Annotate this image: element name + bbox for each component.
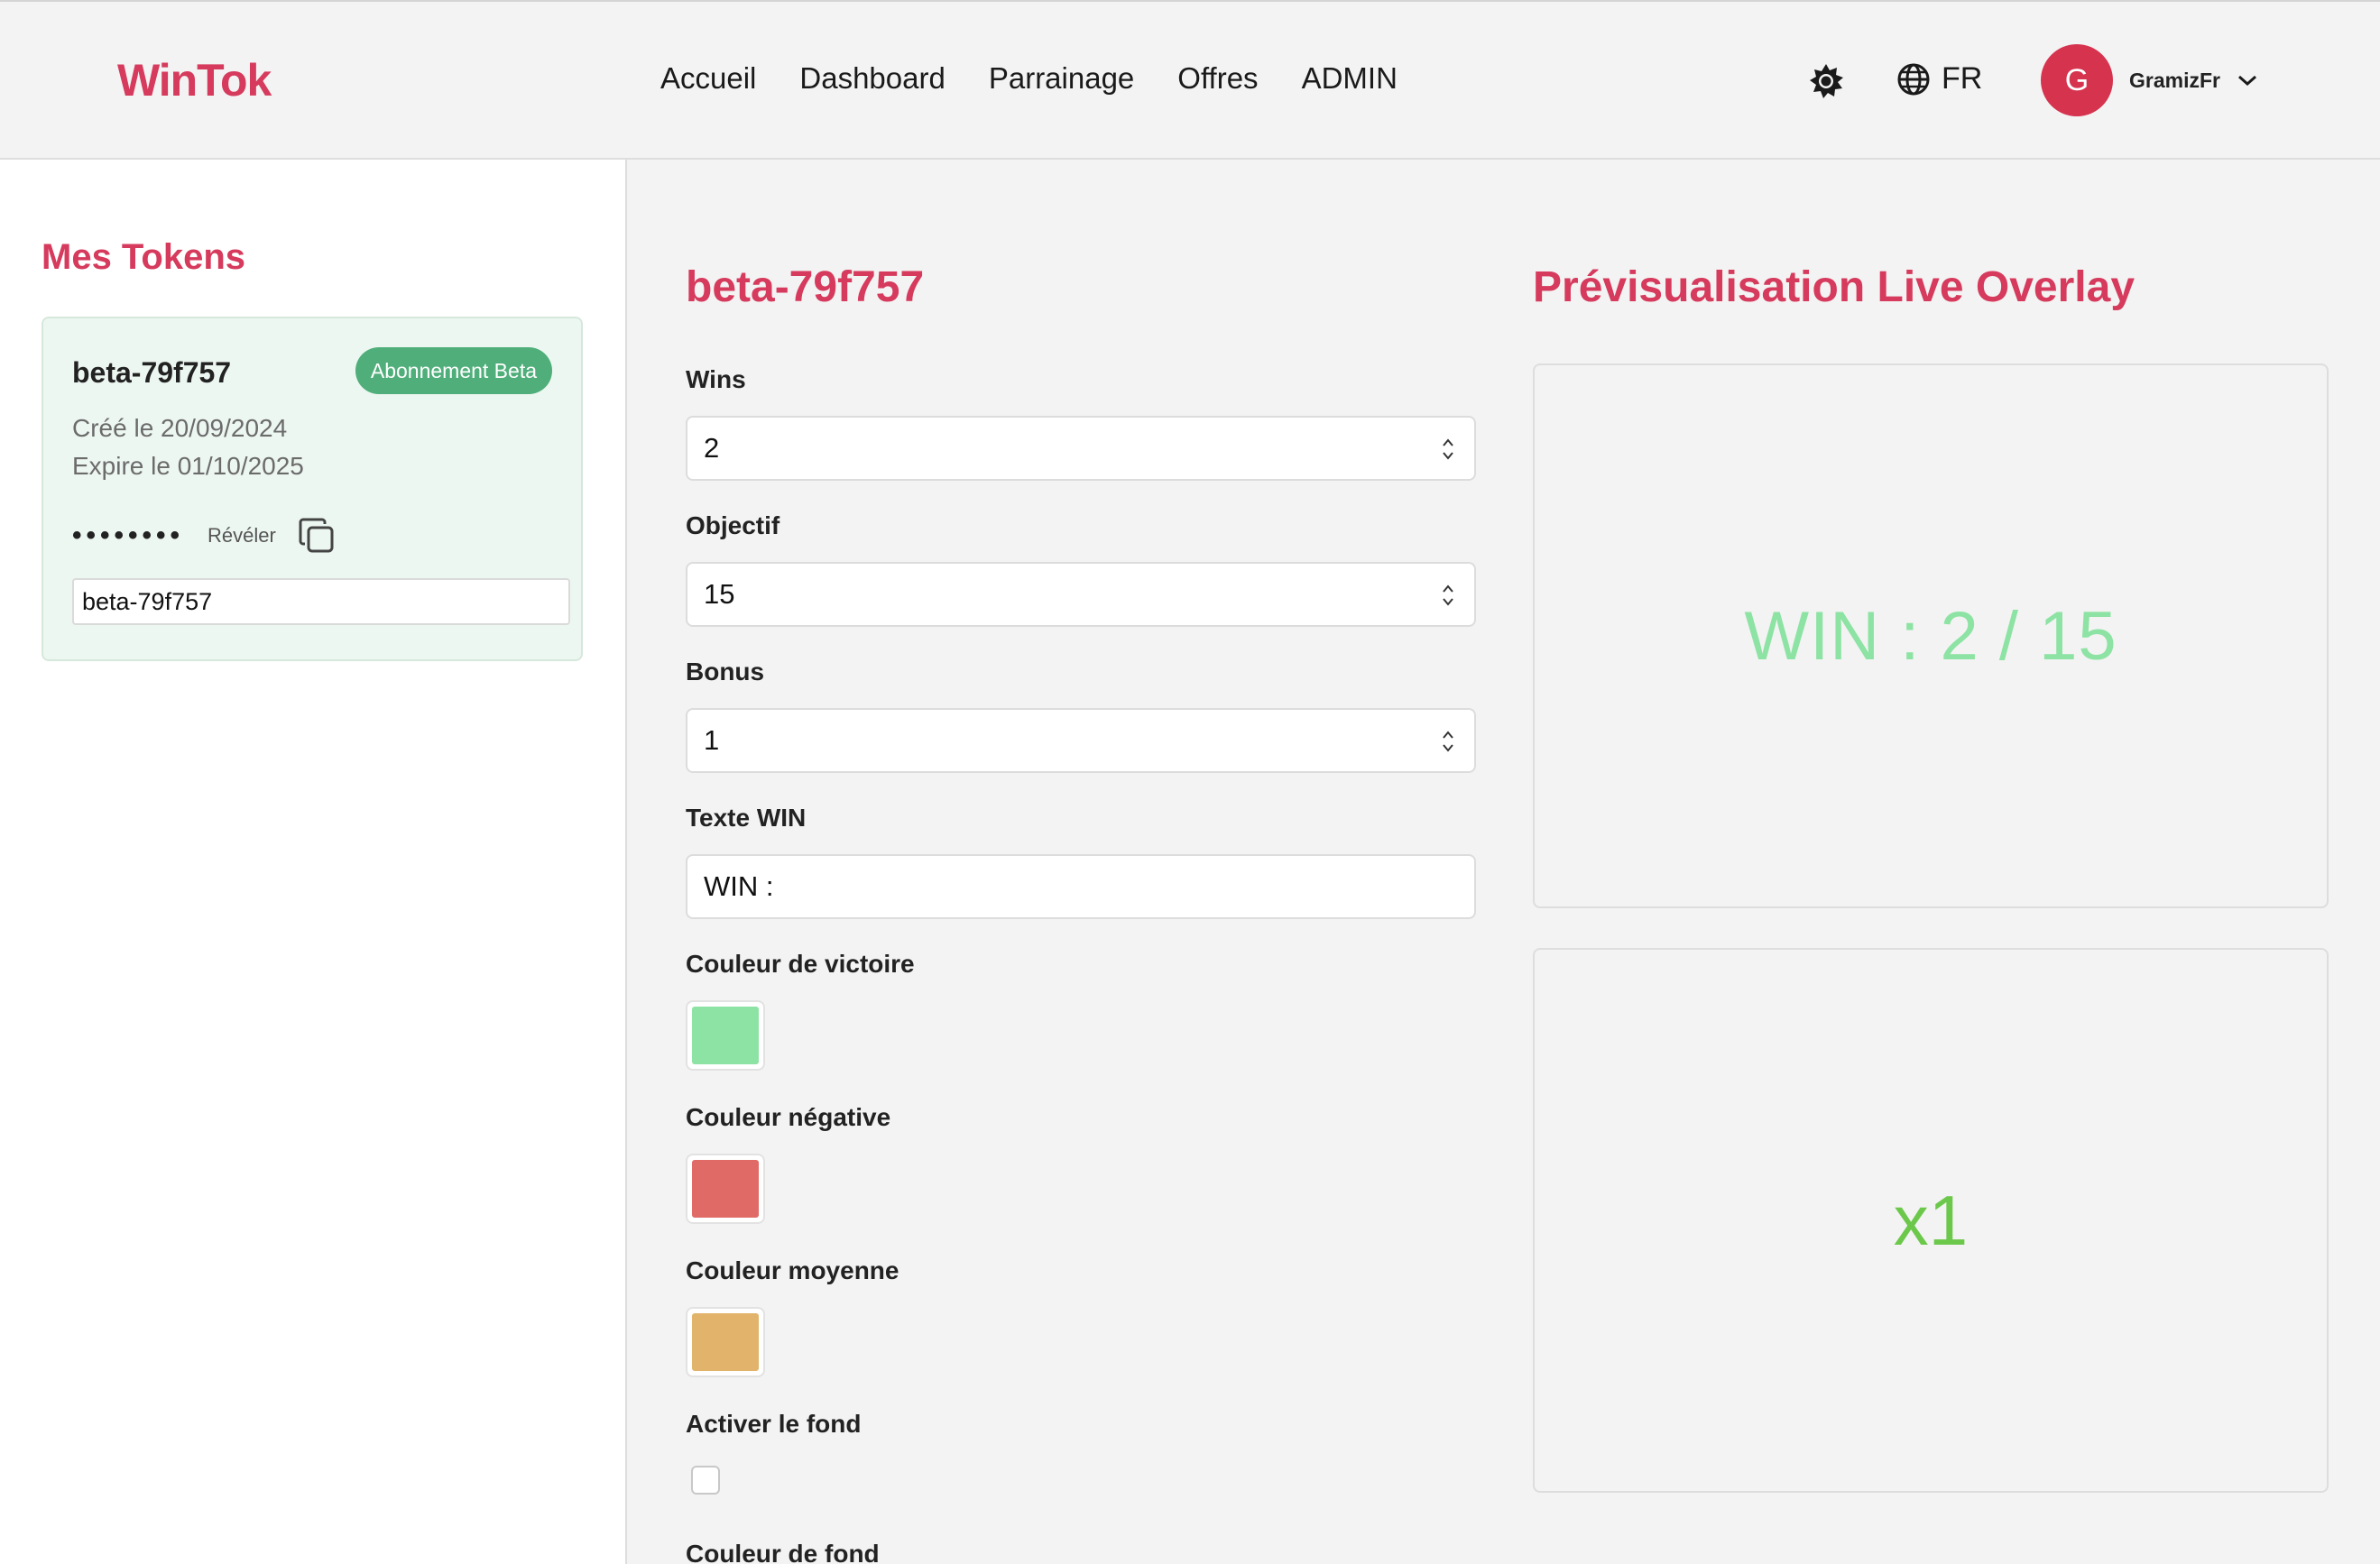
- nav-link-dashboard[interactable]: Dashboard: [799, 61, 945, 96]
- form-title: beta-79f757: [686, 263, 925, 311]
- token-value-input[interactable]: [72, 578, 570, 625]
- wins-input[interactable]: 2: [686, 416, 1476, 481]
- victory-color-fill: [692, 1007, 759, 1064]
- bonus-input[interactable]: 1: [686, 708, 1476, 773]
- theme-toggle-button[interactable]: [1806, 61, 1846, 101]
- language-selector[interactable]: FR: [1896, 61, 1982, 97]
- negative-color-picker[interactable]: [686, 1154, 765, 1224]
- objectif-input[interactable]: 15: [686, 562, 1476, 627]
- token-name: beta-79f757: [72, 356, 232, 389]
- stepper-icon[interactable]: [1442, 728, 1454, 755]
- objectif-value: 15: [704, 578, 735, 610]
- win-counter-text: WIN : 2 / 15: [1744, 597, 2117, 675]
- bonus-value: 1: [704, 724, 720, 756]
- wins-label: Wins: [686, 365, 746, 393]
- objectif-label: Objectif: [686, 511, 780, 539]
- token-secret-row: •••••••• Révéler: [72, 515, 337, 557]
- multiplier-preview: x1: [1533, 948, 2329, 1493]
- tokens-sidebar: Mes Tokens beta-79f757 Abonnement Beta C…: [0, 160, 627, 1564]
- token-card[interactable]: beta-79f757 Abonnement Beta Créé le 20/0…: [42, 317, 583, 661]
- nav-link-admin[interactable]: ADMIN: [1302, 61, 1398, 96]
- texte-win-value: WIN :: [704, 870, 774, 902]
- texte-win-input[interactable]: WIN :: [686, 854, 1476, 919]
- bonus-label: Bonus: [686, 658, 765, 685]
- preview-title: Prévisualisation Live Overlay: [1533, 263, 2136, 311]
- nav-link-offres[interactable]: Offres: [1177, 61, 1258, 96]
- user-menu[interactable]: G GramizFr: [2041, 44, 2258, 116]
- average-color-picker[interactable]: [686, 1307, 765, 1377]
- logo[interactable]: WinTok: [117, 54, 272, 106]
- enable-background-checkbox[interactable]: [691, 1466, 720, 1495]
- top-navbar: WinTok Accueil Dashboard Parrainage Offr…: [0, 0, 2380, 160]
- negative-color-label: Couleur négative: [686, 1103, 891, 1131]
- masked-token: ••••••••: [72, 520, 185, 550]
- sidebar-title: Mes Tokens: [42, 237, 245, 277]
- win-counter-preview: WIN : 2 / 15: [1533, 363, 2329, 908]
- copy-icon[interactable]: [296, 515, 337, 557]
- multiplier-text: x1: [1893, 1180, 1969, 1260]
- stepper-icon[interactable]: [1442, 582, 1454, 609]
- avatar: G: [2041, 44, 2113, 116]
- average-color-fill: [692, 1313, 759, 1371]
- victory-color-picker[interactable]: [686, 1000, 765, 1071]
- gear-sun-icon: [1810, 64, 1843, 98]
- nav-link-accueil[interactable]: Accueil: [660, 61, 756, 96]
- average-color-label: Couleur moyenne: [686, 1256, 899, 1284]
- globe-icon: [1897, 63, 1930, 95]
- negative-color-fill: [692, 1160, 759, 1218]
- stepper-icon[interactable]: [1442, 436, 1454, 463]
- chevron-down-icon: [2237, 75, 2256, 87]
- reveal-button[interactable]: Révéler: [208, 524, 276, 547]
- token-expiry-date: Expire le 01/10/2025: [72, 452, 304, 480]
- main-nav: Accueil Dashboard Parrainage Offres ADMI…: [660, 61, 1398, 96]
- subscription-badge: Abonnement Beta: [355, 347, 552, 394]
- wins-value: 2: [704, 432, 720, 464]
- token-created-date: Créé le 20/09/2024: [72, 414, 288, 442]
- background-color-label: Couleur de fond: [686, 1540, 880, 1564]
- nav-link-parrainage[interactable]: Parrainage: [989, 61, 1134, 96]
- username: GramizFr: [2129, 68, 2220, 92]
- victory-color-label: Couleur de victoire: [686, 950, 915, 978]
- language-code: FR: [1942, 61, 1983, 96]
- enable-background-label: Activer le fond: [686, 1410, 862, 1438]
- texte-win-label: Texte WIN: [686, 804, 807, 832]
